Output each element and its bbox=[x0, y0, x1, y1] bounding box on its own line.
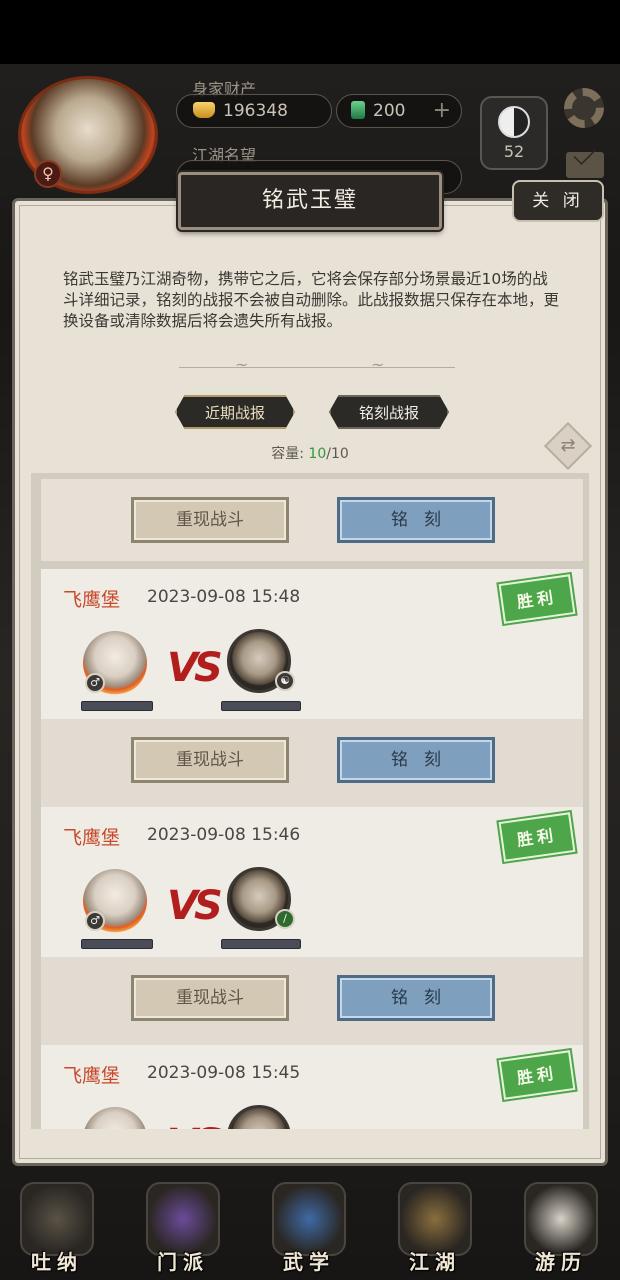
victory-stamp: 胜利 bbox=[498, 812, 576, 862]
male-gender-icon: ♂ bbox=[85, 911, 105, 931]
record-location: 飞鹰堡 bbox=[63, 589, 121, 611]
opponent-portrait bbox=[227, 1105, 291, 1129]
coins-display: 196348 bbox=[176, 94, 332, 128]
victory-stamp: 胜利 bbox=[498, 574, 576, 624]
nav-item-travel[interactable]: 游历 bbox=[518, 1176, 604, 1276]
record-time: 2023-09-08 15:45 bbox=[147, 1063, 301, 1083]
sect-flag-icon bbox=[146, 1182, 220, 1256]
tab-recent-reports[interactable]: 近期战报 bbox=[175, 395, 295, 429]
female-gender-icon: ♀ bbox=[34, 160, 62, 188]
engrave-button[interactable]: 铭刻 bbox=[337, 497, 495, 543]
capacity-label: 容量: bbox=[271, 446, 304, 462]
jade-value: 200 bbox=[373, 101, 406, 121]
record-actions: 重现战斗 铭刻 bbox=[41, 719, 583, 807]
player-portrait bbox=[83, 1107, 147, 1129]
vs-icon: VS bbox=[167, 883, 223, 929]
record-card: 飞鹰堡 2023-09-08 15:45 胜利 VS bbox=[41, 1045, 583, 1129]
bamboo-hat-icon bbox=[398, 1182, 472, 1256]
modal-description: 铭武玉璧乃江湖奇物，携带它之后，它将会保存部分场景最近10场的战斗详细记录，铭刻… bbox=[63, 270, 560, 330]
divider-left bbox=[179, 355, 319, 374]
record-list[interactable]: 重现战斗 铭刻 飞鹰堡 2023-09-08 15:48 胜利 ♂ VS ☯ 重… bbox=[31, 473, 589, 1129]
coins-value: 196348 bbox=[223, 101, 288, 121]
vs-icon: VS bbox=[167, 1121, 223, 1129]
modal-title-plate: 铭武玉璧 bbox=[178, 172, 442, 230]
tab-engraved-reports[interactable]: 铭刻战报 bbox=[329, 395, 449, 429]
jade-display: 200 + bbox=[336, 94, 462, 128]
status-bar bbox=[0, 0, 620, 64]
divider-right bbox=[315, 355, 455, 374]
nav-item-sect[interactable]: 门派 bbox=[140, 1176, 226, 1276]
level-value: 52 bbox=[503, 142, 525, 161]
gold-ingot-icon bbox=[193, 102, 215, 118]
record-header: 飞鹰堡 2023-09-08 15:45 胜利 VS bbox=[41, 1045, 583, 1129]
record-location: 飞鹰堡 bbox=[63, 1065, 121, 1087]
switch-glyph: ⇄ bbox=[560, 435, 576, 456]
nav-item-martial-arts[interactable]: 武学 bbox=[266, 1176, 352, 1276]
taiji-school-icon: ☯ bbox=[275, 671, 295, 691]
male-gender-icon: ♂ bbox=[85, 673, 105, 693]
jade-icon bbox=[351, 101, 365, 119]
nav-label: 吐纳 bbox=[31, 1250, 83, 1274]
capacity-total: /10 bbox=[326, 446, 349, 462]
victory-stamp: 胜利 bbox=[498, 1050, 576, 1100]
record-card: 飞鹰堡 2023-09-08 15:46 胜利 ♂ VS / 重现战斗 铭刻 bbox=[41, 807, 583, 1045]
player-name-bar bbox=[81, 939, 153, 949]
taiji-level-badge[interactable]: 52 bbox=[480, 96, 548, 170]
opponent-name-bar bbox=[221, 939, 301, 949]
modal-title: 铭武玉璧 bbox=[261, 188, 358, 213]
mail-icon[interactable] bbox=[566, 152, 604, 178]
replay-battle-button[interactable]: 重现战斗 bbox=[131, 497, 289, 543]
opponent-name-bar bbox=[221, 701, 301, 711]
nav-item-meditation[interactable]: 吐纳 bbox=[14, 1176, 100, 1276]
record-time: 2023-09-08 15:48 bbox=[147, 587, 301, 607]
sword-school-icon: / bbox=[275, 909, 295, 929]
player-name-bar bbox=[81, 701, 153, 711]
battle-record-modal: 铭武玉璧乃江湖奇物，携带它之后，它将会保存部分场景最近10场的战斗详细记录，铭刻… bbox=[12, 198, 608, 1166]
nav-label: 游历 bbox=[535, 1250, 587, 1274]
capacity-indicator: 容量: 10/10 bbox=[15, 443, 605, 463]
close-button[interactable]: 关 闭 bbox=[512, 180, 604, 222]
martial-book-icon bbox=[272, 1182, 346, 1256]
engrave-button[interactable]: 铭刻 bbox=[337, 975, 495, 1021]
record-card: 飞鹰堡 2023-09-08 15:48 胜利 ♂ VS ☯ 重现战斗 铭刻 bbox=[41, 569, 583, 807]
replay-battle-button[interactable]: 重现战斗 bbox=[131, 737, 289, 783]
bottom-nav: 吐纳 门派 武学 江湖 游历 bbox=[0, 1162, 620, 1280]
add-jade-button[interactable]: + bbox=[433, 95, 451, 127]
record-actions: 重现战斗 铭刻 bbox=[41, 957, 583, 1045]
nav-label: 武学 bbox=[283, 1250, 335, 1274]
yin-yang-icon bbox=[498, 106, 530, 138]
capacity-used: 10 bbox=[308, 446, 327, 462]
record-header: 飞鹰堡 2023-09-08 15:46 胜利 ♂ VS / bbox=[41, 807, 583, 957]
gear-icon[interactable] bbox=[564, 88, 604, 128]
record-actions: 重现战斗 铭刻 bbox=[41, 479, 583, 561]
record-location: 飞鹰堡 bbox=[63, 827, 121, 849]
record-card-partial: 重现战斗 铭刻 bbox=[41, 479, 583, 561]
game-screen: ♀ 身家财产 196348 200 + 江湖名望 52 铭武玉璧 关 闭 铭武玉… bbox=[0, 0, 620, 1280]
replay-battle-button[interactable]: 重现战斗 bbox=[131, 975, 289, 1021]
nav-item-jianghu[interactable]: 江湖 bbox=[392, 1176, 478, 1276]
nav-label: 江湖 bbox=[409, 1250, 461, 1274]
record-time: 2023-09-08 15:46 bbox=[147, 825, 301, 845]
horse-icon bbox=[524, 1182, 598, 1256]
vs-icon: VS bbox=[167, 645, 223, 691]
record-header: 飞鹰堡 2023-09-08 15:48 胜利 ♂ VS ☯ bbox=[41, 569, 583, 719]
engrave-button[interactable]: 铭刻 bbox=[337, 737, 495, 783]
nav-label: 门派 bbox=[157, 1250, 209, 1274]
meditation-icon bbox=[20, 1182, 94, 1256]
